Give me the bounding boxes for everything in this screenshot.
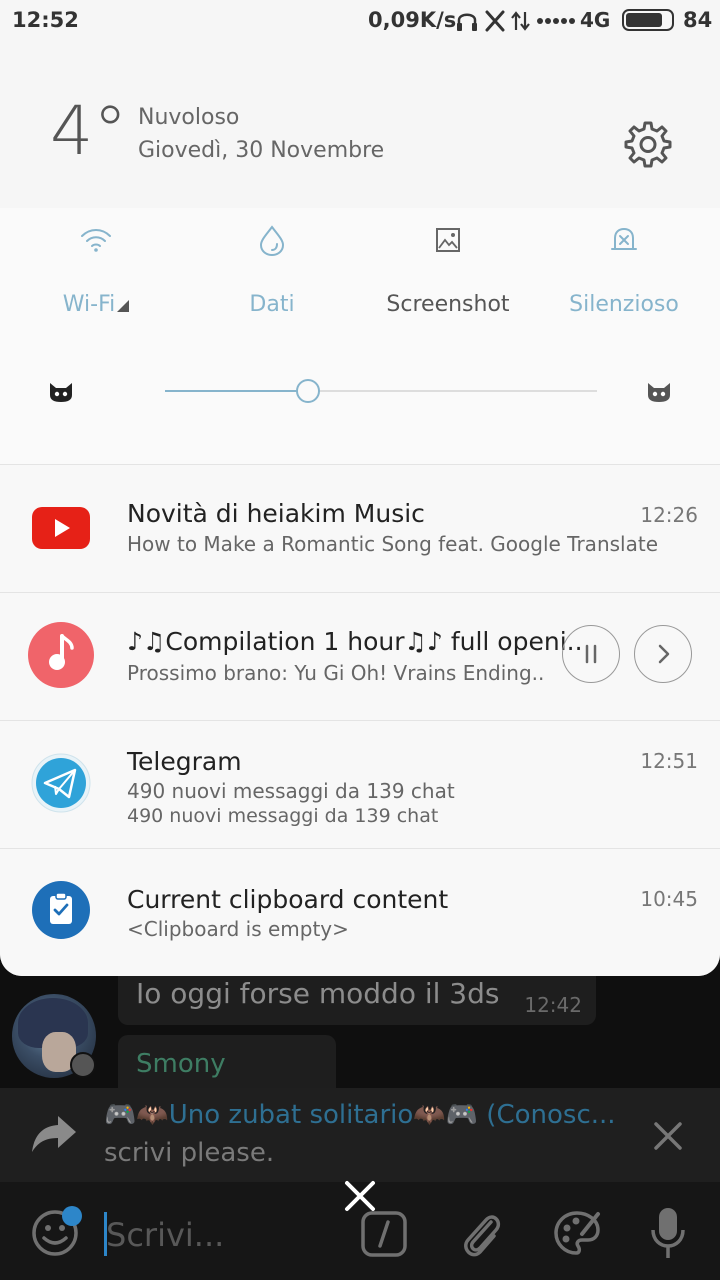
notification-title: Novità di heiakim Music	[127, 499, 425, 528]
network-type: 4G	[580, 8, 611, 32]
next-icon	[658, 644, 670, 664]
weather-condition: Nuvoloso	[138, 105, 240, 130]
battery-fill	[626, 13, 662, 27]
signal-dots-icon	[537, 18, 575, 24]
toggle-label: Screenshot	[386, 292, 510, 317]
wifi-icon	[81, 229, 111, 252]
toggle-label: Silenzioso	[569, 292, 679, 317]
emoji-notification-dot	[62, 1206, 82, 1226]
gear-icon[interactable]	[624, 120, 672, 168]
avatar-status-badge	[70, 1052, 96, 1078]
pause-button[interactable]	[562, 625, 620, 683]
bot-command-icon[interactable]	[360, 1210, 408, 1258]
toggle-silenzioso[interactable]: Silenzioso	[534, 208, 714, 338]
notification-telegram[interactable]: Telegram 490 nuovi messaggi da 139 chat …	[0, 720, 720, 848]
clipboard-check-icon	[32, 881, 90, 939]
quick-toggles: Wi-Fi Dati Screenshot Silenzioso	[0, 208, 720, 464]
notification-time: 12:26	[640, 503, 698, 527]
message-input[interactable]: Scrivi...	[106, 1216, 224, 1254]
toggle-dati[interactable]: Dati	[182, 208, 362, 338]
telegram-icon	[31, 753, 91, 813]
sticker-palette-icon[interactable]	[552, 1208, 602, 1258]
battery-percent: 84	[683, 8, 713, 32]
attach-icon[interactable]	[458, 1208, 504, 1260]
toggle-label: Dati	[249, 292, 295, 317]
weather-date: Giovedì, 30 Novembre	[138, 138, 385, 163]
notification-title: ♪♫Compilation 1 hour♫♪ full openi..	[127, 627, 583, 656]
reply-sender-name: 🎮🦇Uno zubat solitario🦇🎮 (Conosc...	[104, 1100, 616, 1130]
notification-shade: 12:52 0,09K/s 4G 84 4° Nuvoloso Giovedì,…	[0, 0, 720, 976]
status-bar: 12:52 0,09K/s 4G 84	[0, 0, 720, 42]
close-icon[interactable]	[342, 1178, 378, 1214]
close-reply-icon[interactable]	[650, 1118, 686, 1154]
message-time: 12:42	[524, 993, 582, 1017]
headphones-icon	[457, 13, 477, 31]
notification-line: 490 nuovi messaggi da 139 chat	[127, 805, 439, 827]
notification-youtube[interactable]: Novità di heiakim Music How to Make a Ro…	[0, 464, 720, 592]
droplet-icon	[259, 225, 285, 256]
toggle-label: Wi-Fi	[62, 292, 116, 317]
youtube-icon	[32, 507, 90, 549]
toggle-wifi[interactable]: Wi-Fi	[6, 208, 186, 338]
battery-icon	[622, 9, 674, 31]
data-arrows-icon	[511, 11, 530, 31]
brightness-slider-thumb[interactable]	[295, 379, 320, 403]
microphone-icon[interactable]	[650, 1206, 686, 1260]
notification-subtitle: How to Make a Romantic Song feat. Google…	[127, 532, 658, 556]
reply-arrow-icon	[32, 1116, 76, 1152]
notification-line: 490 nuovi messaggi da 139 chat	[127, 779, 455, 803]
notification-title: Telegram	[127, 747, 242, 776]
reply-text: scrivi please.	[104, 1138, 275, 1168]
brightness-fill	[165, 390, 308, 392]
cat-face-icon	[50, 383, 72, 402]
notification-time: 12:51	[640, 749, 698, 773]
message-text: Io oggi forse moddo il 3ds	[136, 977, 500, 1010]
notification-music[interactable]: ♪♫Compilation 1 hour♫♪ full openi.. Pros…	[0, 592, 720, 720]
expand-arrow-icon	[117, 300, 130, 312]
next-button[interactable]	[634, 625, 692, 683]
music-note-icon	[28, 622, 94, 688]
silent-bell-icon	[611, 228, 637, 250]
notification-clipboard[interactable]: Current clipboard content <Clipboard is …	[0, 848, 720, 976]
cat-face-icon	[648, 383, 670, 402]
notification-time: 10:45	[640, 887, 698, 911]
pause-icon	[585, 644, 597, 664]
notification-subtitle: <Clipboard is empty>	[127, 917, 349, 941]
status-time: 12:52	[12, 8, 79, 32]
image-icon	[436, 228, 460, 252]
weather-temperature[interactable]: 4°	[50, 92, 127, 171]
toggle-screenshot[interactable]: Screenshot	[358, 208, 538, 338]
sender-name: Smony	[136, 1049, 226, 1079]
bluetooth-x-icon	[485, 10, 505, 32]
network-speed: 0,09K/s	[368, 8, 457, 32]
notification-subtitle: Prossimo brano: Yu Gi Oh! Vrains Ending.…	[127, 661, 545, 685]
notification-title: Current clipboard content	[127, 885, 449, 914]
message-bubble-partial[interactable]: Smony	[118, 1035, 336, 1095]
